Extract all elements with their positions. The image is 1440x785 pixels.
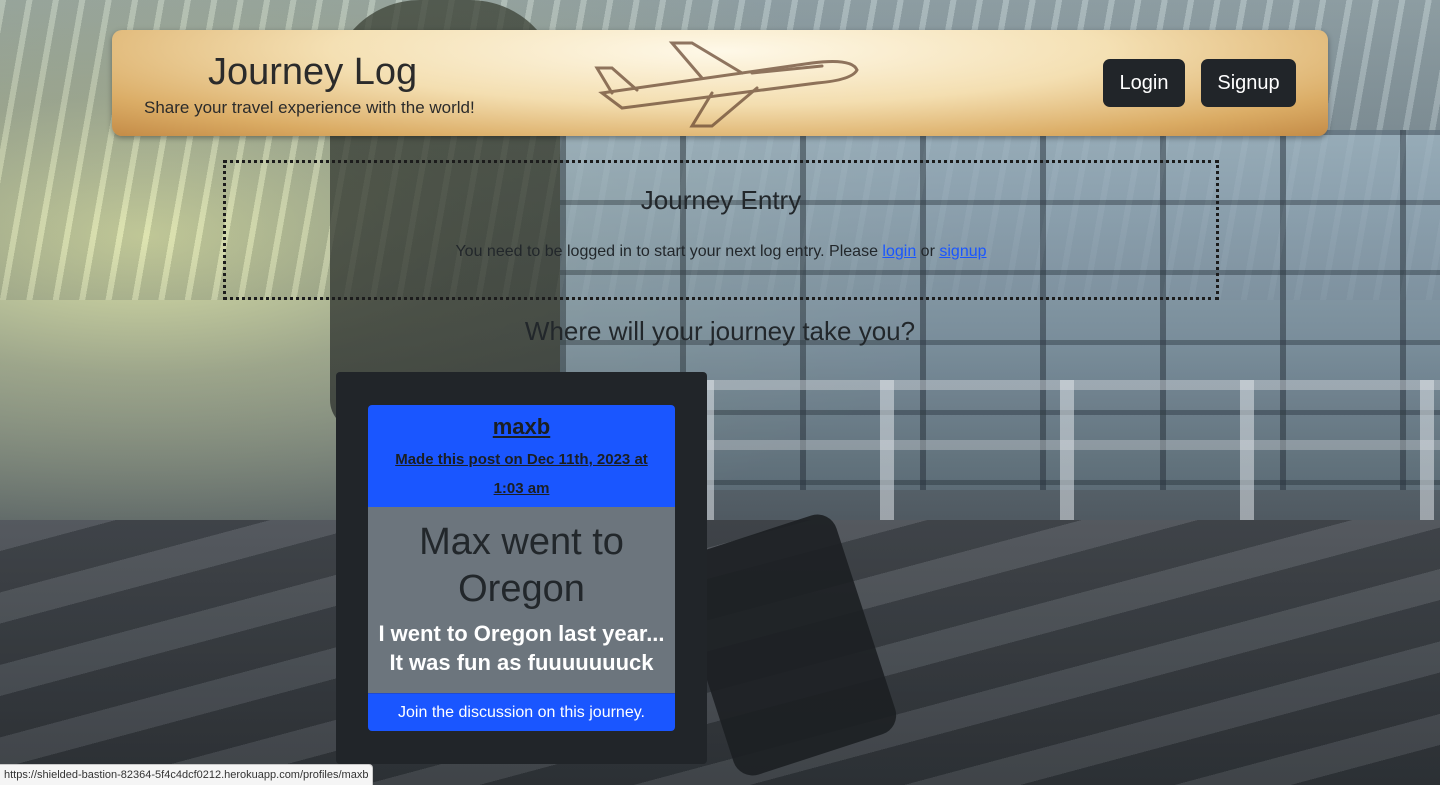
post-date-link[interactable]: Made this post on Dec 11th, 2023 at 1:03… xyxy=(395,451,648,497)
site-title: Journey Log xyxy=(208,51,418,93)
posts-panel: maxb Made this post on Dec 11th, 2023 at… xyxy=(336,372,707,764)
site-header: Journey Log Share your travel experience… xyxy=(112,30,1328,136)
post-title: Max went to Oregon xyxy=(419,521,624,610)
signup-link[interactable]: signup xyxy=(939,243,986,260)
journey-prompt-heading: Where will your journey take you? xyxy=(524,316,916,346)
site-tagline: Share your travel experience with the wo… xyxy=(144,98,475,117)
signup-button[interactable]: Signup xyxy=(1201,59,1296,107)
post-header: maxb Made this post on Dec 11th, 2023 at… xyxy=(368,405,675,507)
login-required-text: You need to be logged in to start your n… xyxy=(455,243,883,260)
post-date: Made this post on Dec 11th, 2023 at 1:03… xyxy=(368,445,675,503)
join-discussion-button[interactable]: Join the discussion on this journey. xyxy=(368,693,675,731)
airplane-sketch-icon xyxy=(594,41,859,128)
post-card: maxb Made this post on Dec 11th, 2023 at… xyxy=(368,405,675,731)
login-button[interactable]: Login xyxy=(1103,59,1185,107)
post-author-link[interactable]: maxb xyxy=(493,415,550,439)
post-body: Max went to Oregon I went to Oregon last… xyxy=(368,507,675,693)
background-railing xyxy=(700,380,1440,530)
journey-entry-title: Journey Entry xyxy=(640,185,802,215)
journey-entry-box: Journey Entry You need to be logged in t… xyxy=(223,160,1219,300)
status-bar-url: https://shielded-bastion-82364-5f4c4dcf0… xyxy=(0,764,374,785)
post-text: I went to Oregon last year... It was fun… xyxy=(378,621,665,675)
login-required-message: You need to be logged in to start your n… xyxy=(226,243,1216,261)
or-text: or xyxy=(916,243,940,260)
login-link[interactable]: login xyxy=(882,243,916,260)
